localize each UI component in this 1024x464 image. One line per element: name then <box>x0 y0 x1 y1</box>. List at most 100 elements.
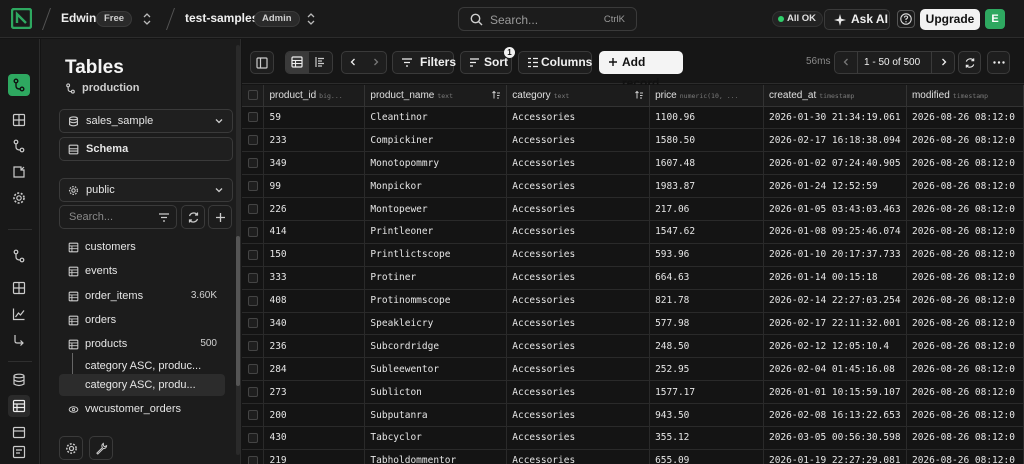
rail-integrations-button[interactable] <box>8 161 30 183</box>
table-cell[interactable]: Accessories <box>506 449 651 464</box>
table-row[interactable]: 333 Protiner Accessories 664.63 2026-01-14 0… <box>242 266 1024 290</box>
table-cell[interactable]: 414 <box>263 220 366 244</box>
table-cell[interactable]: 2026-01-30 21:34:19.061 <box>763 106 907 130</box>
table-cell[interactable]: Printlictscope <box>364 243 508 267</box>
table-cell[interactable]: 2026-01-02 07:24:40.905 <box>763 151 907 176</box>
row-checkbox[interactable] <box>247 341 258 352</box>
table-cell[interactable]: Sublicton <box>364 380 508 405</box>
table-cell[interactable]: 2026-02-04 01:45:16.08 <box>763 357 907 382</box>
row-select-cell[interactable] <box>242 403 265 427</box>
table-row[interactable]: 219 Tabholdommentor Accessories 655.09 2026-… <box>242 449 1024 464</box>
columns-button[interactable]: Columns <box>518 51 592 74</box>
table-item-vwcustomer-orders[interactable]: vwcustomer_orders <box>59 398 225 420</box>
table-cell[interactable]: 2026-02-17 16:18:38.094 <box>763 128 907 153</box>
table-cell[interactable]: 2026-08-26 08:12:0 <box>906 403 1024 427</box>
table-cell[interactable]: 219 <box>263 449 366 464</box>
table-cell[interactable]: Cleantinor <box>364 106 508 130</box>
row-checkbox[interactable] <box>247 272 258 283</box>
rail-overview-button[interactable] <box>8 277 30 299</box>
filters-button[interactable]: Filters <box>392 51 456 74</box>
chevron-left-icon[interactable] <box>348 57 358 67</box>
saved-view-item-active[interactable]: category ASC, produ... <box>59 374 225 396</box>
chevron-left-icon[interactable] <box>841 57 851 67</box>
table-cell[interactable]: Accessories <box>506 151 651 176</box>
table-cell[interactable]: 408 <box>263 289 366 313</box>
table-cell[interactable]: Accessories <box>506 403 651 427</box>
row-checkbox[interactable] <box>247 387 258 398</box>
table-row[interactable]: 233 Compickiner Accessories 1580.50 2026-02-… <box>242 128 1024 153</box>
table-row[interactable]: 273 Sublicton Accessories 1577.17 2026-01-01… <box>242 380 1024 405</box>
table-cell[interactable]: 655.09 <box>649 449 764 464</box>
project-switcher-icon[interactable] <box>306 11 316 27</box>
row-select-cell[interactable] <box>242 426 265 450</box>
panel-tools-button[interactable] <box>89 436 113 460</box>
table-cell[interactable]: 236 <box>263 334 366 359</box>
table-cell[interactable]: Accessories <box>506 357 651 382</box>
row-checkbox[interactable] <box>247 249 258 260</box>
table-row[interactable]: 414 Printleoner Accessories 1547.62 2026-01-… <box>242 220 1024 244</box>
table-cell[interactable]: 2026-08-26 08:12:0 <box>906 426 1024 450</box>
table-cell[interactable]: 2026-02-14 22:27:03.254 <box>763 289 907 313</box>
table-cell[interactable]: Accessories <box>506 312 651 336</box>
row-select-cell[interactable] <box>242 151 265 176</box>
table-item-products[interactable]: products 500 <box>59 333 225 355</box>
column-header[interactable]: modified timestamp <box>906 85 1024 107</box>
table-cell[interactable]: 2026-02-17 22:11:32.001 <box>763 312 907 336</box>
add-record-button[interactable]: Add record <box>599 51 683 90</box>
table-cell[interactable]: Subputanra <box>364 403 508 427</box>
table-cell[interactable]: 2026-01-10 20:17:37.733 <box>763 243 907 267</box>
row-checkbox[interactable] <box>247 364 258 375</box>
row-checkbox[interactable] <box>247 455 258 464</box>
table-cell[interactable]: 943.50 <box>649 403 764 427</box>
table-cell[interactable]: 150 <box>263 243 366 267</box>
row-checkbox[interactable] <box>247 432 258 443</box>
table-row[interactable]: 430 Tabcyclor Accessories 355.12 2026-03-05 … <box>242 426 1024 450</box>
table-cell[interactable]: 2026-08-26 08:12:0 <box>906 334 1024 359</box>
table-cell[interactable]: Accessories <box>506 266 651 290</box>
table-cell[interactable]: Accessories <box>506 289 651 313</box>
row-select-cell[interactable] <box>242 289 265 313</box>
toggle-sidebar-button[interactable] <box>250 51 274 74</box>
table-row[interactable]: 59 Cleantinor Accessories 1100.96 2026-01-30… <box>242 106 1024 130</box>
column-header[interactable]: price numeric(10, ... <box>649 85 764 107</box>
table-cell[interactable]: 217.06 <box>649 197 764 221</box>
table-cell[interactable]: 2026-08-26 08:12:0 <box>906 449 1024 464</box>
org-name[interactable]: Edwin <box>61 11 96 25</box>
table-cell[interactable]: 2026-03-05 00:56:30.598 <box>763 426 907 450</box>
table-cell[interactable]: Subcordridge <box>364 334 508 359</box>
column-header[interactable]: product_id big... <box>263 85 366 107</box>
table-cell[interactable]: 2026-08-26 08:12:0 <box>906 243 1024 267</box>
table-cell[interactable]: 2026-08-26 08:12:0 <box>906 151 1024 176</box>
row-select-cell[interactable] <box>242 380 265 405</box>
table-row[interactable]: 200 Subputanra Accessories 943.50 2026-02-08… <box>242 403 1024 427</box>
row-checkbox[interactable] <box>247 135 258 146</box>
row-select-cell[interactable] <box>242 220 265 244</box>
table-search-input[interactable]: Search... <box>59 205 177 229</box>
status-badge[interactable]: All OK <box>772 11 824 27</box>
table-cell[interactable]: Printleoner <box>364 220 508 244</box>
table-cell[interactable]: 2026-01-05 03:43:03.463 <box>763 197 907 221</box>
column-header[interactable]: created_at timestamp <box>763 85 907 107</box>
table-cell[interactable]: 2026-08-26 08:12:0 <box>906 380 1024 405</box>
table-cell[interactable]: Accessories <box>506 128 651 153</box>
panel-settings-button[interactable] <box>59 436 83 460</box>
sort-asc-icon[interactable] <box>491 90 501 100</box>
table-cell[interactable]: 1547.62 <box>649 220 764 244</box>
table-cell[interactable]: 59 <box>263 106 366 130</box>
rail-settings-button[interactable] <box>8 187 30 209</box>
table-cell[interactable]: 430 <box>263 426 366 450</box>
row-select-cell[interactable] <box>242 357 265 382</box>
table-item-orders[interactable]: orders <box>59 309 225 331</box>
rail-tables-button[interactable] <box>8 395 30 417</box>
table-cell[interactable]: 340 <box>263 312 366 336</box>
table-cell[interactable]: Accessories <box>506 106 651 130</box>
sort-asc-icon[interactable] <box>634 90 644 100</box>
table-row[interactable]: 408 Protinommscope Accessories 821.78 2026-0… <box>242 289 1024 313</box>
table-cell[interactable]: 2026-08-26 08:12:0 <box>906 357 1024 382</box>
table-cell[interactable]: 2026-02-08 16:13:22.653 <box>763 403 907 427</box>
table-cell[interactable]: 248.50 <box>649 334 764 359</box>
table-cell[interactable]: Monpickor <box>364 174 508 199</box>
table-cell[interactable]: 2026-01-14 00:15:18 <box>763 266 907 290</box>
table-cell[interactable]: Accessories <box>506 220 651 244</box>
refresh-grid-button[interactable] <box>958 51 981 74</box>
